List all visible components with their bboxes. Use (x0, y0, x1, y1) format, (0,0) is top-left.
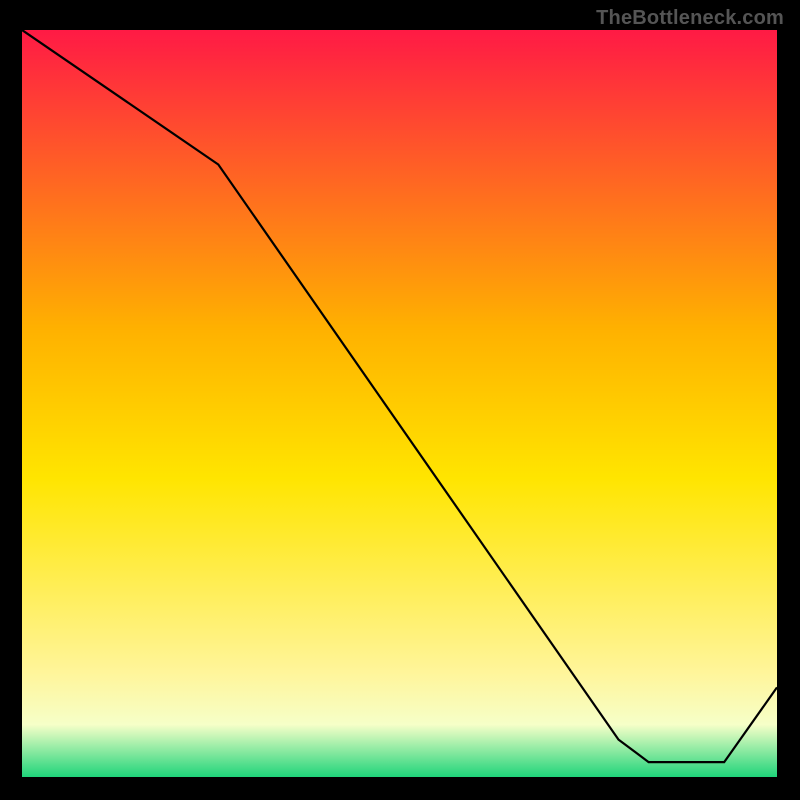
chart-plot (22, 30, 777, 777)
gradient-background (22, 30, 777, 777)
watermark-text: TheBottleneck.com (596, 7, 784, 30)
chart-frame (20, 28, 779, 779)
